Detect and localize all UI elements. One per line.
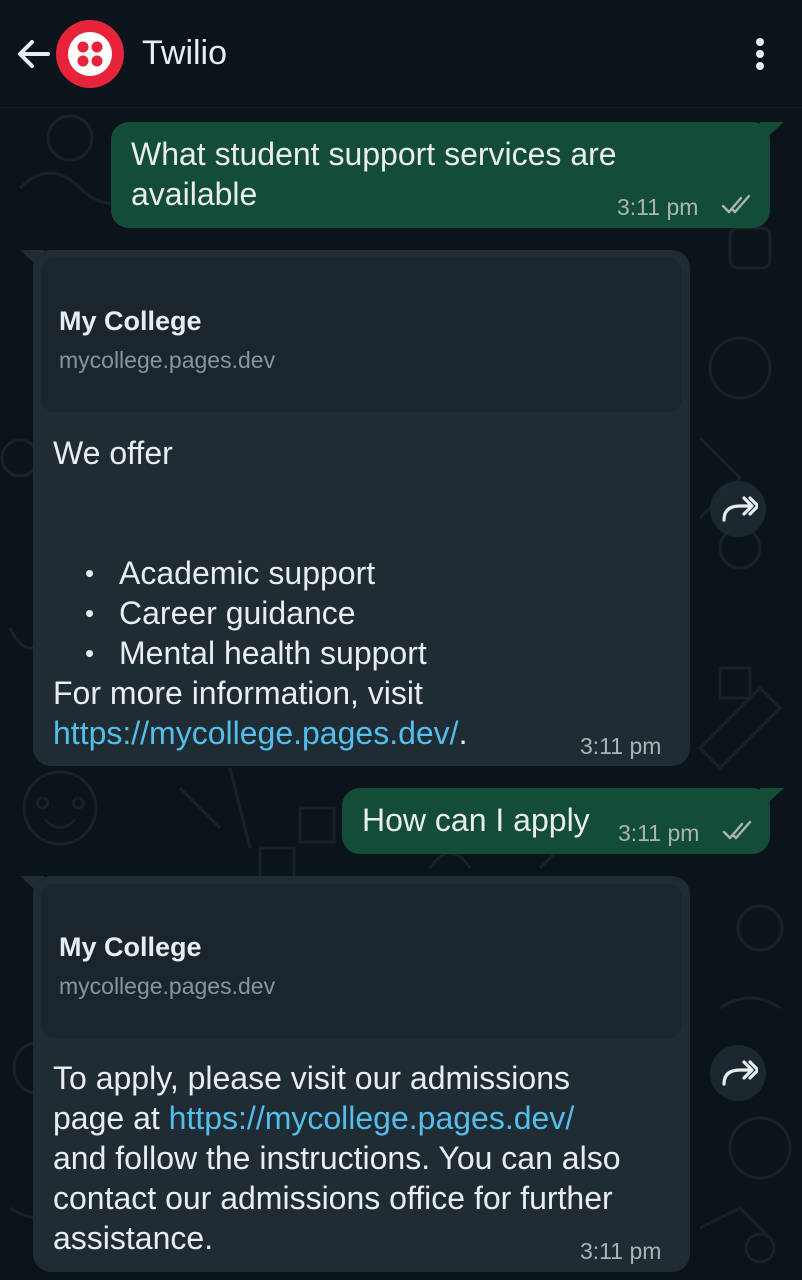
bullet-list: Academic support Career guidance Mental … [53, 553, 427, 673]
message-link[interactable]: https://mycollege.pages.dev/ [169, 1100, 575, 1136]
message-text-line: To apply, please visit our admissions [53, 1060, 570, 1096]
preview-title: My College [59, 306, 202, 336]
incoming-message[interactable]: My College mycollege.pages.dev We offer … [33, 250, 690, 766]
message-text-line: page at https://mycollege.pages.dev/ [53, 1098, 574, 1138]
preview-title: My College [59, 932, 202, 962]
double-check-icon [722, 820, 752, 840]
message-text-line: and follow the instructions. You can als… [53, 1140, 621, 1176]
message-time: 3:11 pm [580, 1238, 662, 1264]
message-text-line: assistance. [53, 1220, 214, 1256]
message-time: 3:11 pm [580, 733, 662, 759]
message-link[interactable]: https://mycollege.pages.dev/ [53, 715, 459, 751]
message-text-line: contact our admissions office for furthe… [53, 1180, 613, 1216]
message-text-line: What student support services are [131, 136, 617, 172]
link-preview[interactable]: My College mycollege.pages.dev [41, 258, 682, 412]
forward-button[interactable] [710, 481, 766, 537]
outgoing-message[interactable]: What student support services are availa… [111, 122, 770, 228]
forward-icon [722, 496, 758, 522]
message-time: 3:11 pm [618, 820, 700, 846]
outgoing-message[interactable]: How can I apply 3:11 pm [342, 788, 770, 854]
message-text-line: How can I apply [362, 802, 590, 838]
chat-header: Twilio [0, 0, 802, 108]
line-prefix: page at [53, 1100, 169, 1136]
contact-name[interactable]: Twilio [142, 34, 227, 73]
forward-icon [722, 1060, 758, 1086]
preview-url: mycollege.pages.dev [59, 347, 276, 373]
twilio-logo-icon [56, 20, 124, 88]
message-text-line: For more information, visit [53, 675, 423, 711]
message-text-line: available [131, 176, 258, 212]
link-suffix: . [458, 715, 468, 751]
more-vertical-icon[interactable] [748, 34, 772, 74]
back-arrow-icon[interactable] [14, 34, 54, 74]
message-text-line: https://mycollege.pages.dev/. [53, 713, 467, 753]
list-item: Mental health support [53, 633, 427, 673]
link-preview[interactable]: My College mycollege.pages.dev [41, 884, 682, 1038]
forward-button[interactable] [710, 1045, 766, 1101]
incoming-message[interactable]: My College mycollege.pages.dev To apply,… [33, 876, 690, 1272]
message-text-line: We offer [53, 435, 173, 471]
preview-url: mycollege.pages.dev [59, 973, 276, 999]
avatar[interactable] [56, 20, 124, 88]
double-check-icon [721, 194, 751, 214]
list-item: Career guidance [53, 593, 427, 633]
list-item: Academic support [53, 553, 427, 593]
message-time: 3:11 pm [617, 194, 699, 220]
